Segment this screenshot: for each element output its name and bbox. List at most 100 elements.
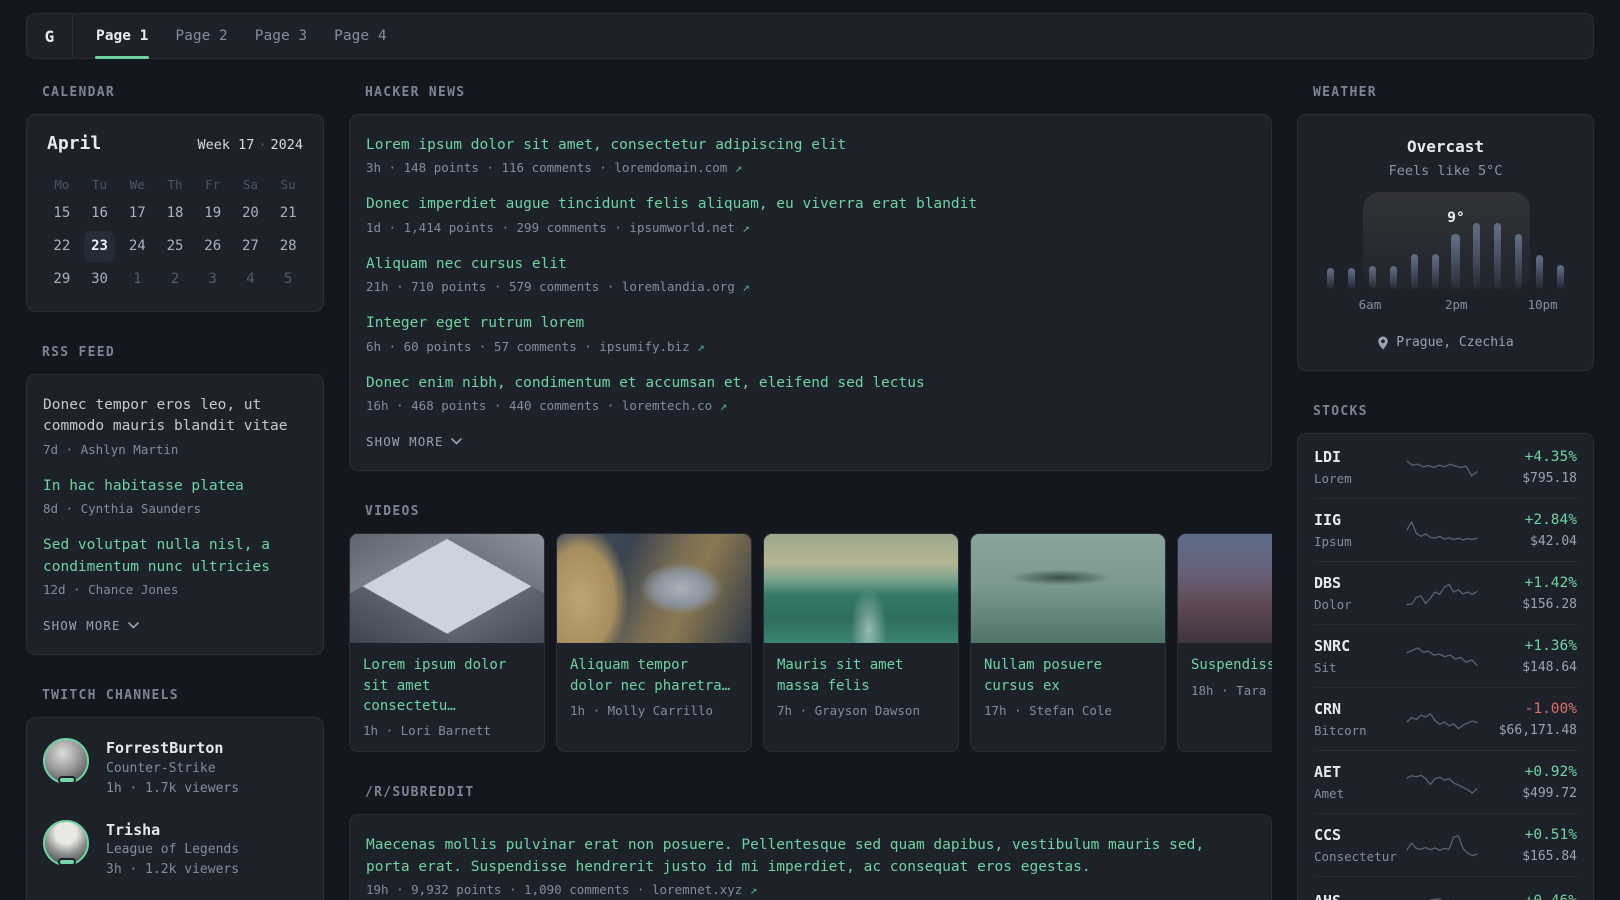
video-card[interactable]: Lorem ipsum dolor sit amet consectetu… 1…: [349, 533, 545, 753]
stock-ticker[interactable]: CCS: [1314, 825, 1406, 846]
weather-bar: [1368, 265, 1376, 289]
video-card-body: Lorem ipsum dolor sit amet consectetu… 1…: [350, 643, 544, 751]
page-tab[interactable]: Page 3: [254, 14, 308, 58]
video-title[interactable]: Suspendisse diam: [1191, 655, 1272, 675]
weather-bar-slot: [1487, 219, 1508, 289]
stock-ticker[interactable]: CRN: [1314, 699, 1406, 720]
stock-values: +1.36% $148.64: [1492, 636, 1577, 674]
stock-change-percent: +0.92%: [1524, 764, 1577, 781]
weather-bar: [1347, 268, 1355, 289]
hackernews-item-title[interactable]: Lorem ipsum dolor sit amet, consectetur …: [366, 135, 1255, 156]
subreddit-post-meta-text: 19h · 9,932 points · 1,090 comments · lo…: [366, 882, 743, 898]
video-title[interactable]: Aliquam tempor dolor nec pharetra…: [570, 655, 738, 696]
page-tab[interactable]: Page 4: [333, 14, 387, 58]
external-link-icon[interactable]: ↗: [720, 398, 728, 413]
stock-ticker[interactable]: SNRC: [1314, 636, 1406, 657]
app-logo[interactable]: G: [27, 14, 73, 58]
twitch-channel-info: ForrestBurton Counter-Strike 1h · 1.7k v…: [106, 738, 239, 799]
stock-ticker[interactable]: AHS: [1314, 891, 1406, 900]
hackernews-item-meta: 1d · 1,414 points · 299 comments · ipsum…: [366, 220, 1255, 235]
rss-item: Sed volutpat nulla nisl, a condimentum n…: [43, 535, 307, 597]
external-link-icon[interactable]: ↗: [750, 882, 758, 897]
calendar-weekday-label: We: [129, 177, 145, 192]
weather-bar: [1451, 233, 1461, 289]
hackernews-show-more-label: SHOW MORE: [366, 434, 444, 450]
stock-company-name: Lorem: [1314, 471, 1352, 486]
weather-bar-slot: [1404, 219, 1425, 289]
external-link-icon[interactable]: ↗: [742, 220, 750, 235]
subreddit-post: Maecenas mollis pulvinar erat non posuer…: [366, 835, 1255, 897]
rss-item-title[interactable]: In hac habitasse platea: [43, 476, 307, 497]
stock-company-name: Amet: [1314, 786, 1345, 801]
twitch-channel-name[interactable]: Trisha: [106, 820, 239, 840]
external-link-icon[interactable]: ↗: [742, 279, 750, 294]
stock-row[interactable]: IIG Ipsum +2.84% $42.04: [1314, 499, 1577, 562]
stock-row[interactable]: DBS Dolor +1.42% $156.28: [1314, 562, 1577, 625]
calendar-day-cell: 21: [279, 205, 297, 221]
twitch-channel-row[interactable]: ForrestBurton Counter-Strike 1h · 1.7k v…: [43, 738, 307, 799]
hackernews-item-title[interactable]: Integer eget rutrum lorem: [366, 313, 1255, 334]
video-card[interactable]: Mauris sit amet massa felis 7h · Grayson…: [763, 533, 959, 753]
twitch-channel-name[interactable]: ForrestBurton: [106, 738, 239, 758]
stock-ticker[interactable]: IIG: [1314, 510, 1406, 531]
twitch-avatar-wrap: [43, 738, 91, 799]
stock-row[interactable]: CRN Bitcorn -1.00% $66,171.48: [1314, 688, 1577, 751]
hackernews-item-title[interactable]: Donec enim nibh, condimentum et accumsan…: [366, 373, 1255, 394]
twitch-channel-game: League of Legends: [106, 842, 240, 858]
stock-company-name: Sit: [1314, 660, 1337, 675]
rss-item-title[interactable]: Sed volutpat nulla nisl, a condimentum n…: [43, 535, 307, 578]
video-thumbnail: [764, 534, 958, 644]
twitch-widget: TWITCH CHANNELS ForrestBurton Counter-St…: [26, 688, 324, 900]
hackernews-heading: HACKER NEWS: [365, 85, 466, 100]
video-title[interactable]: Mauris sit amet massa felis: [777, 655, 945, 696]
stock-row[interactable]: CCS Consectetur +0.51% $165.84: [1314, 814, 1577, 877]
twitch-channel-row[interactable]: Trisha League of Legends 3h · 1.2k viewe…: [43, 819, 307, 881]
video-title[interactable]: Nullam posuere cursus ex: [984, 655, 1152, 696]
stock-change-percent: +0.46%: [1492, 891, 1577, 900]
stock-ticker[interactable]: AET: [1314, 762, 1406, 783]
videos-heading: VIDEOS: [365, 504, 420, 520]
calendar-card: April Week 17 · 2024 Mo Tu We Th Fr Sa S…: [26, 114, 324, 312]
stock-row[interactable]: AET Amet +0.92% $499.72: [1314, 751, 1577, 814]
weather-condition: Overcast: [1406, 137, 1485, 156]
weather-bar-slot: [1341, 219, 1362, 289]
videos-carousel: Lorem ipsum dolor sit amet consectetu… 1…: [349, 533, 1272, 753]
page-tab[interactable]: Page 1: [95, 14, 150, 59]
video-card[interactable]: Aliquam tempor dolor nec pharetra… 1h · …: [556, 533, 752, 753]
weather-axis-label: 10pm: [1527, 297, 1558, 312]
weather-feels-like: Feels like 5°C: [1388, 163, 1503, 179]
hackernews-item: Lorem ipsum dolor sit amet, consectetur …: [366, 135, 1255, 175]
stock-change-percent: +1.36%: [1524, 638, 1577, 655]
subreddit-post-title[interactable]: Maecenas mollis pulvinar erat non posuer…: [366, 835, 1255, 878]
stock-company-name: Ipsum: [1314, 534, 1352, 549]
calendar-weekday-label: Th: [167, 177, 183, 192]
calendar-header: April Week 17 · 2024: [43, 133, 307, 154]
stock-values: +2.84% $42.04: [1492, 510, 1577, 548]
video-card[interactable]: Nullam posuere cursus ex 17h · Stefan Co…: [970, 533, 1166, 753]
hackernews-item-meta-text: 16h · 468 points · 440 comments · loremt…: [366, 398, 713, 414]
stock-row[interactable]: AHS +0.46%: [1314, 877, 1577, 900]
hackernews-item-title[interactable]: Donec imperdiet augue tincidunt felis al…: [366, 194, 1255, 215]
external-link-icon[interactable]: ↗: [735, 160, 743, 175]
video-title[interactable]: Lorem ipsum dolor sit amet consectetu…: [363, 655, 531, 716]
rss-show-more-button[interactable]: SHOW MORE: [43, 618, 139, 633]
video-meta: 7h · Grayson Dawson: [777, 702, 920, 718]
stock-identity: CCS Consectetur: [1314, 825, 1406, 864]
rss-item-title[interactable]: Donec tempor eros leo, ut commodo mauris…: [43, 395, 307, 438]
video-card[interactable]: Suspendisse diam 18h · Tara: [1177, 533, 1272, 753]
page-tab[interactable]: Page 2: [174, 14, 228, 58]
stock-row[interactable]: LDI Lorem +4.35% $795.18: [1314, 436, 1577, 499]
stocks-widget: STOCKS LDI Lorem +4.35% $795.18 IIG Ipsu…: [1297, 404, 1594, 900]
weather-axis-label: 6am: [1358, 297, 1382, 312]
stock-row[interactable]: SNRC Sit +1.36% $148.64: [1314, 625, 1577, 688]
hackernews-widget: HACKER NEWS Lorem ipsum dolor sit amet, …: [349, 85, 1272, 472]
hackernews-show-more-button[interactable]: SHOW MORE: [366, 434, 462, 449]
hackernews-item-title[interactable]: Aliquam nec cursus elit: [366, 254, 1255, 275]
stock-ticker[interactable]: DBS: [1314, 573, 1406, 594]
video-meta: 17h · Stefan Cole: [984, 702, 1112, 718]
calendar-weekday-label: Tu: [92, 177, 108, 192]
current-temperature-label: 9°: [1447, 210, 1465, 226]
weather-bar-slot: [1508, 219, 1529, 289]
stock-ticker[interactable]: LDI: [1314, 447, 1406, 468]
external-link-icon[interactable]: ↗: [697, 339, 705, 354]
